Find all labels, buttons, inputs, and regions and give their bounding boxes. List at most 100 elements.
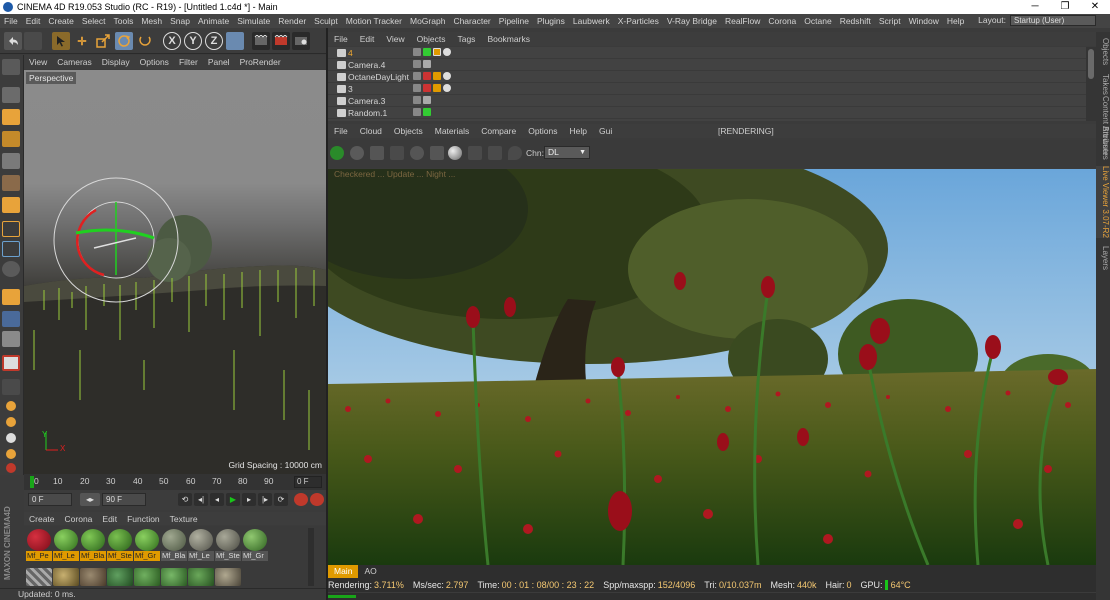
go-to-end-icon[interactable]: ⟳ [274, 493, 288, 506]
y-axis-lock-button[interactable]: Y [184, 32, 202, 50]
texture-mode-icon[interactable] [2, 109, 20, 125]
viewport-menu-prorender[interactable]: ProRender [235, 57, 286, 67]
material-menu-corona[interactable]: Corona [60, 514, 98, 524]
menu-character[interactable]: Character [449, 16, 494, 26]
undo-icon[interactable] [4, 32, 22, 50]
model-mode-icon[interactable] [2, 87, 20, 103]
current-frame-field[interactable]: 0 F [294, 476, 322, 488]
tab-main[interactable]: Main [328, 565, 359, 578]
menu-plugins[interactable]: Plugins [533, 16, 569, 26]
render-view-icon[interactable] [252, 32, 270, 50]
material-swatch-texture[interactable] [107, 568, 133, 586]
material-swatch-pattern[interactable] [26, 568, 52, 586]
solo-icon[interactable] [2, 355, 20, 371]
timeline-ruler[interactable]: 0 10 20 30 40 50 60 70 80 90 0 F [24, 474, 326, 490]
material-swatch[interactable]: Mf_Gr [134, 528, 160, 561]
range-slider-icon[interactable]: ◂▸ [80, 493, 100, 506]
menu-laubwerk[interactable]: Laubwerk [569, 16, 614, 26]
sculpt-icon[interactable] [2, 289, 20, 305]
material-menu-texture[interactable]: Texture [165, 514, 203, 524]
object-row[interactable]: 4 [328, 47, 1086, 59]
material-menu-create[interactable]: Create [24, 514, 60, 524]
move-icon[interactable]: ✛ [73, 32, 91, 50]
recent-tools-icon[interactable] [136, 32, 154, 50]
object-row[interactable]: Camera.4 [328, 59, 1086, 71]
workplane-icon[interactable] [2, 131, 20, 147]
material-picker-icon[interactable] [508, 146, 522, 160]
step-forward-icon[interactable]: ▸ [242, 493, 256, 506]
channel-select[interactable]: DL ▼ [544, 146, 590, 159]
restart-render-icon[interactable] [350, 146, 364, 160]
objects-menu-edit[interactable]: Edit [354, 34, 381, 44]
snap-icon[interactable] [2, 261, 20, 277]
menu-motion-tracker[interactable]: Motion Tracker [342, 16, 406, 26]
planar-workplane-icon[interactable] [2, 331, 20, 347]
material-menu-function[interactable]: Function [122, 514, 165, 524]
rotation-key-icon[interactable] [6, 463, 16, 473]
viewport-camera-label[interactable]: Perspective [26, 72, 77, 84]
objects-menu-objects[interactable]: Objects [411, 34, 452, 44]
object-row[interactable]: OctaneDayLight [328, 71, 1086, 83]
points-mode-icon[interactable] [2, 153, 20, 169]
lv-menu-help[interactable]: Help [564, 126, 593, 136]
keyframe-selection-icon[interactable] [6, 433, 16, 443]
axis-mode-icon[interactable] [2, 221, 20, 237]
x-axis-lock-button[interactable]: X [163, 32, 181, 50]
viewport-menu-options[interactable]: Options [135, 57, 174, 67]
maximize-button[interactable]: ❐ [1050, 0, 1080, 14]
menu-tools[interactable]: Tools [110, 16, 138, 26]
tab-layers[interactable]: Layers [1096, 246, 1110, 270]
menu-file[interactable]: File [0, 16, 22, 26]
menu-pipeline[interactable]: Pipeline [495, 16, 533, 26]
start-frame-field[interactable]: 0 F [28, 493, 72, 506]
menu-x-particles[interactable]: X-Particles [614, 16, 663, 26]
minimize-button[interactable]: ─ [1020, 0, 1050, 14]
menu-snap[interactable]: Snap [166, 16, 194, 26]
end-frame-field[interactable]: 90 F [102, 493, 146, 506]
lock-workplane-icon[interactable] [2, 311, 20, 327]
viewport-menu-filter[interactable]: Filter [174, 57, 203, 67]
perspective-viewport[interactable]: Perspective Y X Grid Spacing : 10000 cm [24, 70, 326, 474]
objects-menu-file[interactable]: File [328, 34, 354, 44]
auto-key-icon[interactable] [6, 417, 16, 427]
viewport-menu-panel[interactable]: Panel [203, 57, 235, 67]
material-swatch-texture[interactable] [134, 568, 160, 586]
rotate-icon[interactable] [115, 32, 133, 50]
edges-mode-icon[interactable] [2, 175, 20, 191]
lv-menu-gui[interactable]: Gui [593, 126, 618, 136]
menu-window[interactable]: Window [905, 16, 943, 26]
menu-mesh[interactable]: Mesh [137, 16, 166, 26]
tab-takes[interactable]: Takes [1096, 74, 1110, 95]
select-cursor-icon[interactable] [52, 32, 70, 50]
material-swatch-texture[interactable] [215, 568, 241, 586]
tab-ao[interactable]: AO [358, 565, 382, 578]
render-output[interactable]: Checkered ... Update ... Night ... [328, 169, 1096, 565]
material-menu-edit[interactable]: Edit [97, 514, 122, 524]
settings-gear-icon[interactable] [410, 146, 424, 160]
menu-corona[interactable]: Corona [764, 16, 800, 26]
lv-menu-compare[interactable]: Compare [475, 126, 522, 136]
viewport-menu-view[interactable]: View [24, 57, 52, 67]
menu-redshift[interactable]: Redshift [836, 16, 875, 26]
material-swatch[interactable]: Mf_Ste [107, 528, 133, 561]
menu-mograph[interactable]: MoGraph [406, 16, 449, 26]
object-list-scrollbar[interactable] [1086, 47, 1096, 121]
scale-icon[interactable] [94, 32, 112, 50]
tab-attributes[interactable]: Attributes [1096, 126, 1110, 160]
material-swatch-texture[interactable] [188, 568, 214, 586]
position-key-icon[interactable] [6, 449, 16, 459]
object-row[interactable]: Random.1 [328, 107, 1086, 119]
region-render-icon[interactable] [390, 146, 404, 160]
viewport-menu-cameras[interactable]: Cameras [52, 57, 96, 67]
make-editable-icon[interactable] [2, 59, 20, 75]
material-preview-icon[interactable] [448, 146, 462, 160]
z-axis-lock-button[interactable]: Z [205, 32, 223, 50]
objects-menu-tags[interactable]: Tags [451, 34, 481, 44]
polygons-mode-icon[interactable] [2, 197, 20, 213]
next-key-icon[interactable]: |▸ [258, 493, 272, 506]
lock-icon[interactable] [430, 146, 444, 160]
autokey-icon[interactable] [310, 493, 324, 506]
lv-menu-file[interactable]: File [328, 126, 354, 136]
send-scene-icon[interactable] [330, 146, 344, 160]
white-balance-icon[interactable] [488, 146, 502, 160]
